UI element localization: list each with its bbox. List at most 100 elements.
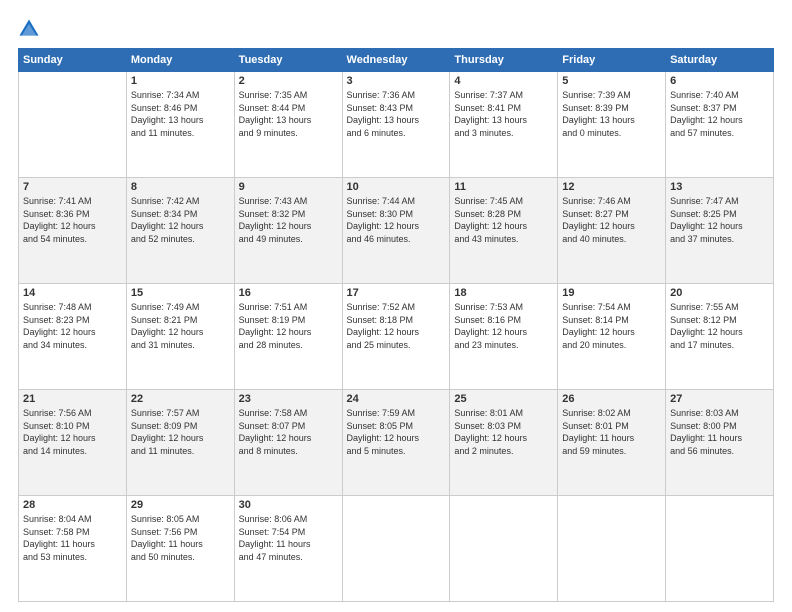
- day-info: Sunrise: 7:41 AM Sunset: 8:36 PM Dayligh…: [23, 195, 122, 245]
- day-number: 26: [562, 393, 661, 405]
- logo: [18, 18, 44, 40]
- week-row-2: 7 Sunrise: 7:41 AM Sunset: 8:36 PM Daylig…: [19, 178, 774, 284]
- calendar-cell: 19 Sunrise: 7:54 AM Sunset: 8:14 PM Dayli…: [558, 284, 666, 390]
- day-info: Sunrise: 7:48 AM Sunset: 8:23 PM Dayligh…: [23, 301, 122, 351]
- calendar-cell: [19, 72, 127, 178]
- day-number: 16: [239, 287, 338, 299]
- calendar-cell: 16 Sunrise: 7:51 AM Sunset: 8:19 PM Dayli…: [234, 284, 342, 390]
- calendar-cell: 2 Sunrise: 7:35 AM Sunset: 8:44 PM Daylig…: [234, 72, 342, 178]
- day-info: Sunrise: 8:04 AM Sunset: 7:58 PM Dayligh…: [23, 513, 122, 563]
- day-number: 13: [670, 181, 769, 193]
- calendar-cell: 27Sunrise: 8:03 AM Sunset: 8:00 PM Dayli…: [666, 390, 774, 496]
- calendar-cell: 24Sunrise: 7:59 AM Sunset: 8:05 PM Dayli…: [342, 390, 450, 496]
- week-row-4: 21 Sunrise: 7:56 AM Sunset: 8:10 PM Dayli…: [19, 390, 774, 496]
- calendar-cell: 13 Sunrise: 7:47 AM Sunset: 8:25 PM Dayli…: [666, 178, 774, 284]
- calendar-cell: [450, 496, 558, 602]
- day-info: Sunrise: 7:58 AM Sunset: 8:07 PM Dayligh…: [239, 407, 338, 457]
- day-number: 28: [23, 499, 122, 511]
- calendar-cell: 26 Sunrise: 8:02 AM Sunset: 8:01 PM Dayli…: [558, 390, 666, 496]
- day-info: Sunrise: 7:59 AM Sunset: 8:05 PM Dayligh…: [347, 407, 446, 457]
- day-number: 27: [670, 393, 769, 405]
- calendar-cell: 15 Sunrise: 7:49 AM Sunset: 8:21 PM Dayli…: [126, 284, 234, 390]
- weekday-header-monday: Monday: [126, 49, 234, 72]
- day-info: Sunrise: 7:34 AM Sunset: 8:46 PM Dayligh…: [131, 89, 230, 139]
- calendar-cell: 21 Sunrise: 7:56 AM Sunset: 8:10 PM Dayli…: [19, 390, 127, 496]
- day-number: 20: [670, 287, 769, 299]
- calendar-cell: 8 Sunrise: 7:42 AM Sunset: 8:34 PM Daylig…: [126, 178, 234, 284]
- day-number: 3: [347, 75, 446, 87]
- day-info: Sunrise: 8:06 AM Sunset: 7:54 PM Dayligh…: [239, 513, 338, 563]
- day-info: Sunrise: 7:49 AM Sunset: 8:21 PM Dayligh…: [131, 301, 230, 351]
- day-number: 19: [562, 287, 661, 299]
- day-number: 29: [131, 499, 230, 511]
- calendar-cell: 23Sunrise: 7:58 AM Sunset: 8:07 PM Dayli…: [234, 390, 342, 496]
- calendar-cell: 14 Sunrise: 7:48 AM Sunset: 8:23 PM Dayli…: [19, 284, 127, 390]
- calendar-cell: 4 Sunrise: 7:37 AM Sunset: 8:41 PM Daylig…: [450, 72, 558, 178]
- calendar-cell: 17 Sunrise: 7:52 AM Sunset: 8:18 PM Dayli…: [342, 284, 450, 390]
- day-number: 1: [131, 75, 230, 87]
- day-info: Sunrise: 7:56 AM Sunset: 8:10 PM Dayligh…: [23, 407, 122, 457]
- day-info: Sunrise: 8:05 AM Sunset: 7:56 PM Dayligh…: [131, 513, 230, 563]
- day-info: Sunrise: 7:35 AM Sunset: 8:44 PM Dayligh…: [239, 89, 338, 139]
- calendar-cell: 9 Sunrise: 7:43 AM Sunset: 8:32 PM Daylig…: [234, 178, 342, 284]
- day-number: 21: [23, 393, 122, 405]
- calendar-cell: 11 Sunrise: 7:45 AM Sunset: 8:28 PM Dayli…: [450, 178, 558, 284]
- day-number: 4: [454, 75, 553, 87]
- calendar-cell: 10 Sunrise: 7:44 AM Sunset: 8:30 PM Dayli…: [342, 178, 450, 284]
- day-info: Sunrise: 7:57 AM Sunset: 8:09 PM Dayligh…: [131, 407, 230, 457]
- day-info: Sunrise: 7:42 AM Sunset: 8:34 PM Dayligh…: [131, 195, 230, 245]
- calendar-cell: 5Sunrise: 7:39 AM Sunset: 8:39 PM Daylig…: [558, 72, 666, 178]
- calendar-cell: [342, 496, 450, 602]
- calendar-cell: 6Sunrise: 7:40 AM Sunset: 8:37 PM Daylig…: [666, 72, 774, 178]
- header: [18, 18, 774, 40]
- weekday-header-thursday: Thursday: [450, 49, 558, 72]
- calendar-cell: 29 Sunrise: 8:05 AM Sunset: 7:56 PM Dayli…: [126, 496, 234, 602]
- calendar-cell: 1 Sunrise: 7:34 AM Sunset: 8:46 PM Daylig…: [126, 72, 234, 178]
- calendar-cell: 28 Sunrise: 8:04 AM Sunset: 7:58 PM Dayli…: [19, 496, 127, 602]
- calendar-cell: 12 Sunrise: 7:46 AM Sunset: 8:27 PM Dayli…: [558, 178, 666, 284]
- day-number: 11: [454, 181, 553, 193]
- calendar-cell: 3 Sunrise: 7:36 AM Sunset: 8:43 PM Daylig…: [342, 72, 450, 178]
- day-number: 30: [239, 499, 338, 511]
- day-info: Sunrise: 7:36 AM Sunset: 8:43 PM Dayligh…: [347, 89, 446, 139]
- day-number: 7: [23, 181, 122, 193]
- day-number: 12: [562, 181, 661, 193]
- day-number: 17: [347, 287, 446, 299]
- day-info: Sunrise: 7:54 AM Sunset: 8:14 PM Dayligh…: [562, 301, 661, 351]
- day-number: 2: [239, 75, 338, 87]
- day-info: Sunrise: 7:37 AM Sunset: 8:41 PM Dayligh…: [454, 89, 553, 139]
- day-info: Sunrise: 7:40 AM Sunset: 8:37 PM Dayligh…: [670, 89, 769, 139]
- day-number: 14: [23, 287, 122, 299]
- day-number: 25: [454, 393, 553, 405]
- calendar-cell: 25 Sunrise: 8:01 AM Sunset: 8:03 PM Dayli…: [450, 390, 558, 496]
- day-info: Sunrise: 7:45 AM Sunset: 8:28 PM Dayligh…: [454, 195, 553, 245]
- day-number: 9: [239, 181, 338, 193]
- calendar-cell: 7 Sunrise: 7:41 AM Sunset: 8:36 PM Daylig…: [19, 178, 127, 284]
- day-info: Sunrise: 7:52 AM Sunset: 8:18 PM Dayligh…: [347, 301, 446, 351]
- calendar-cell: 18 Sunrise: 7:53 AM Sunset: 8:16 PM Dayli…: [450, 284, 558, 390]
- day-info: Sunrise: 8:02 AM Sunset: 8:01 PM Dayligh…: [562, 407, 661, 457]
- calendar-cell: 20 Sunrise: 7:55 AM Sunset: 8:12 PM Dayli…: [666, 284, 774, 390]
- day-info: Sunrise: 7:46 AM Sunset: 8:27 PM Dayligh…: [562, 195, 661, 245]
- calendar-cell: [666, 496, 774, 602]
- day-number: 8: [131, 181, 230, 193]
- day-info: Sunrise: 7:55 AM Sunset: 8:12 PM Dayligh…: [670, 301, 769, 351]
- week-row-1: 1 Sunrise: 7:34 AM Sunset: 8:46 PM Daylig…: [19, 72, 774, 178]
- weekday-header-friday: Friday: [558, 49, 666, 72]
- day-number: 22: [131, 393, 230, 405]
- day-number: 18: [454, 287, 553, 299]
- day-info: Sunrise: 8:01 AM Sunset: 8:03 PM Dayligh…: [454, 407, 553, 457]
- day-info: Sunrise: 7:53 AM Sunset: 8:16 PM Dayligh…: [454, 301, 553, 351]
- calendar-table: SundayMondayTuesdayWednesdayThursdayFrid…: [18, 48, 774, 602]
- day-number: 15: [131, 287, 230, 299]
- weekday-header-row: SundayMondayTuesdayWednesdayThursdayFrid…: [19, 49, 774, 72]
- day-info: Sunrise: 7:47 AM Sunset: 8:25 PM Dayligh…: [670, 195, 769, 245]
- day-number: 10: [347, 181, 446, 193]
- day-number: 5: [562, 75, 661, 87]
- day-info: Sunrise: 7:44 AM Sunset: 8:30 PM Dayligh…: [347, 195, 446, 245]
- day-info: Sunrise: 7:51 AM Sunset: 8:19 PM Dayligh…: [239, 301, 338, 351]
- day-info: Sunrise: 7:43 AM Sunset: 8:32 PM Dayligh…: [239, 195, 338, 245]
- calendar-cell: 30 Sunrise: 8:06 AM Sunset: 7:54 PM Dayli…: [234, 496, 342, 602]
- logo-icon: [18, 18, 40, 40]
- week-row-3: 14 Sunrise: 7:48 AM Sunset: 8:23 PM Dayli…: [19, 284, 774, 390]
